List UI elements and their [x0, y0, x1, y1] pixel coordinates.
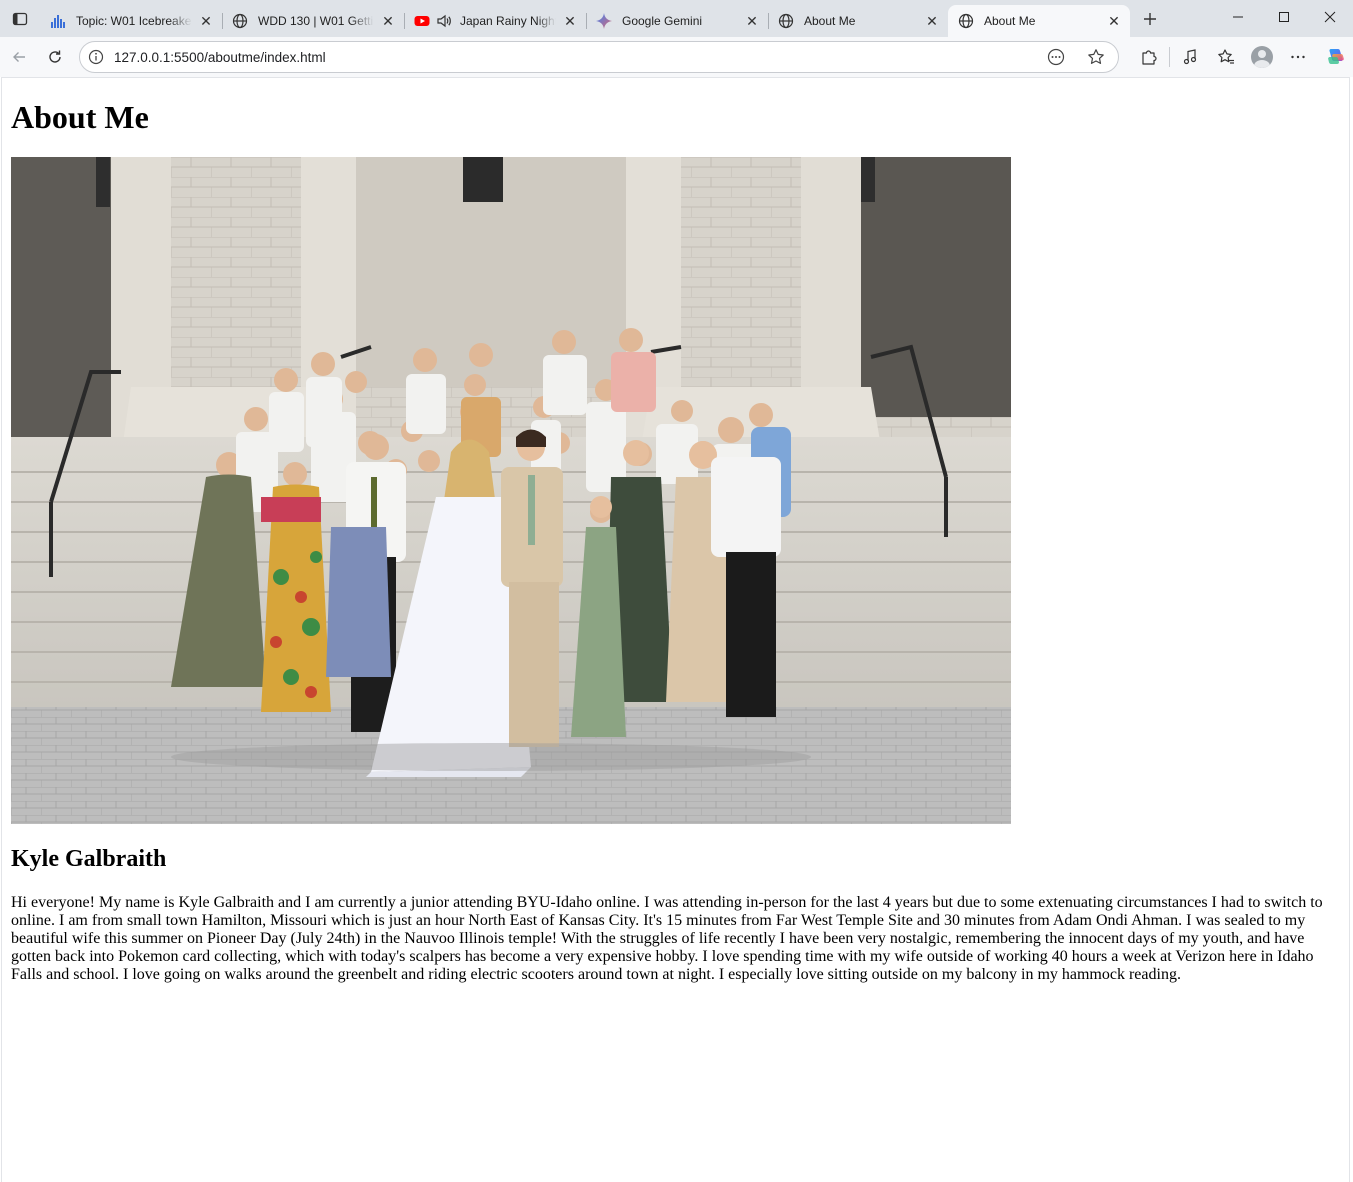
- tab-title: Japan Rainy Night: [460, 14, 556, 28]
- favorite-button[interactable]: [1080, 41, 1112, 73]
- tab-title: About Me: [804, 14, 856, 28]
- close-icon[interactable]: ✕: [924, 13, 940, 29]
- puzzle-icon: [1142, 50, 1157, 65]
- tab-japan-rainy-night[interactable]: Japan Rainy Night ✕: [404, 5, 586, 37]
- settings-menu-button[interactable]: [1282, 41, 1314, 73]
- url-text[interactable]: 127.0.0.1:5500/aboutme/index.html: [114, 50, 1040, 65]
- tab-google-gemini[interactable]: Google Gemini ✕: [586, 5, 768, 37]
- gemini-icon: [596, 13, 612, 29]
- family-photo: [11, 157, 1011, 824]
- name-heading: Kyle Galbraith: [11, 846, 167, 872]
- globe-icon: [232, 13, 248, 29]
- plus-icon: [1144, 13, 1156, 25]
- youtube-icon: [414, 13, 430, 29]
- more-horizontal-icon: [1291, 55, 1305, 59]
- copilot-icon: [1328, 49, 1344, 64]
- close-icon[interactable]: ✕: [380, 13, 396, 29]
- browser-toolbar: 127.0.0.1:5500/aboutme/index.html: [0, 37, 1353, 77]
- star-icon: [1088, 49, 1104, 64]
- favorites-star-list-icon: [1218, 49, 1234, 64]
- tab-actions-button[interactable]: [0, 0, 40, 37]
- chart-bars-icon: [50, 13, 66, 29]
- music-note-icon: [1183, 49, 1197, 65]
- back-button[interactable]: [3, 41, 35, 73]
- reload-icon: [49, 50, 61, 63]
- minimize-button[interactable]: [1215, 0, 1261, 34]
- maximize-button[interactable]: [1261, 0, 1307, 34]
- globe-icon: [778, 13, 794, 29]
- reading-mode-button[interactable]: [1040, 41, 1072, 73]
- close-icon[interactable]: ✕: [744, 13, 760, 29]
- close-icon[interactable]: ✕: [562, 13, 578, 29]
- info-icon[interactable]: [88, 49, 104, 65]
- close-icon: [1324, 11, 1336, 23]
- close-icon[interactable]: ✕: [1106, 13, 1122, 29]
- maximize-icon: [1279, 12, 1289, 22]
- address-bar[interactable]: 127.0.0.1:5500/aboutme/index.html: [79, 41, 1119, 73]
- copilot-button[interactable]: [1320, 41, 1352, 73]
- profile-button[interactable]: [1246, 41, 1278, 73]
- close-window-button[interactable]: [1307, 0, 1353, 34]
- tab-strip: Topic: W01 Icebreakers ✕ WDD 130 | W01 G…: [0, 0, 1353, 37]
- tab-icebreakers[interactable]: Topic: W01 Icebreakers ✕: [40, 5, 222, 37]
- tab-title: Topic: W01 Icebreakers: [76, 14, 192, 28]
- window-controls: [1215, 0, 1353, 34]
- bio-paragraph: Hi everyone! My name is Kyle Galbraith a…: [11, 894, 1323, 983]
- tab-actions-icon: [12, 12, 28, 25]
- tab-title: WDD 130 | W01 Getting Started: [258, 14, 374, 28]
- tab-title: About Me: [984, 14, 1036, 28]
- favorites-button[interactable]: [1210, 41, 1242, 73]
- toolbar-divider: [1169, 47, 1170, 67]
- extensions-button[interactable]: [1133, 41, 1165, 73]
- page-viewport: About Me Kyle Galbraith Hi everyone! My …: [1, 77, 1350, 1182]
- tab-title: Google Gemini: [622, 14, 703, 28]
- reload-button[interactable]: [39, 41, 71, 73]
- avatar: [1251, 46, 1273, 68]
- tab-about-me-active[interactable]: About Me ✕: [948, 5, 1130, 37]
- page-title: About Me: [11, 99, 149, 135]
- globe-icon: [958, 13, 974, 29]
- minimize-icon: [1233, 16, 1243, 18]
- tab-wdd130[interactable]: WDD 130 | W01 Getting Started ✕: [222, 5, 404, 37]
- close-icon[interactable]: ✕: [198, 13, 214, 29]
- speaker-icon[interactable]: [436, 13, 452, 29]
- arrow-left-icon: [13, 52, 25, 62]
- toolbar-right-group: [1125, 41, 1352, 73]
- more-dots-circle-icon: [1047, 48, 1065, 66]
- media-control-button[interactable]: [1174, 41, 1206, 73]
- tab-about-me[interactable]: About Me ✕: [768, 5, 948, 37]
- new-tab-button[interactable]: [1134, 3, 1166, 35]
